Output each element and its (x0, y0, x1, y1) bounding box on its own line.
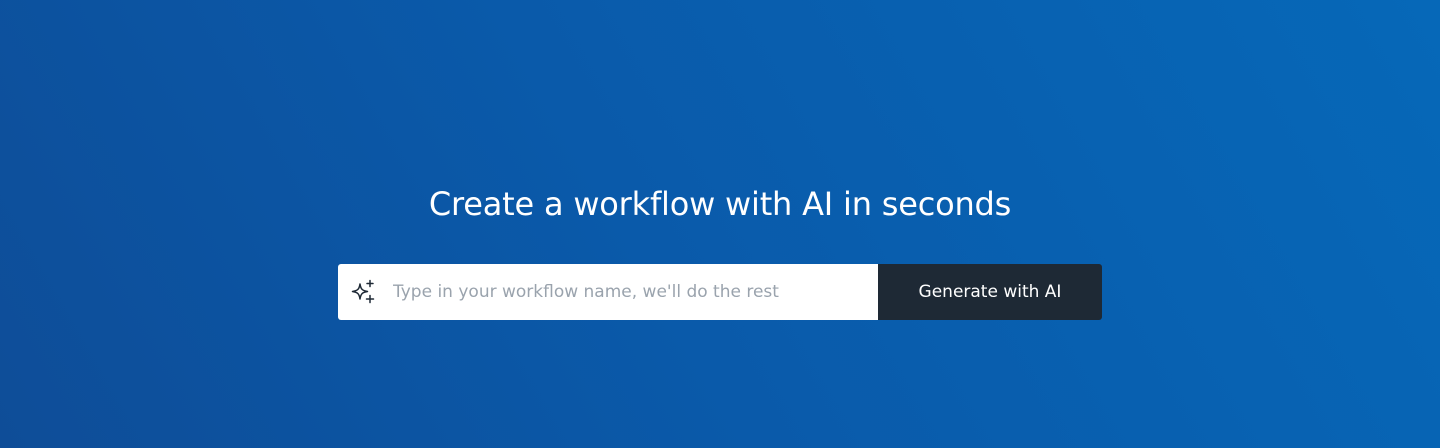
ai-workflow-hero: Create a workflow with AI in seconds Gen… (0, 0, 1440, 448)
hero-headline: Create a workflow with AI in seconds (428, 185, 1012, 223)
ai-prompt-bar: Generate with AI (338, 264, 1102, 320)
workflow-input-wrapper (338, 264, 878, 320)
sparkles-icon (349, 278, 377, 306)
generate-with-ai-button[interactable]: Generate with AI (878, 264, 1102, 320)
workflow-name-input[interactable] (393, 264, 878, 320)
